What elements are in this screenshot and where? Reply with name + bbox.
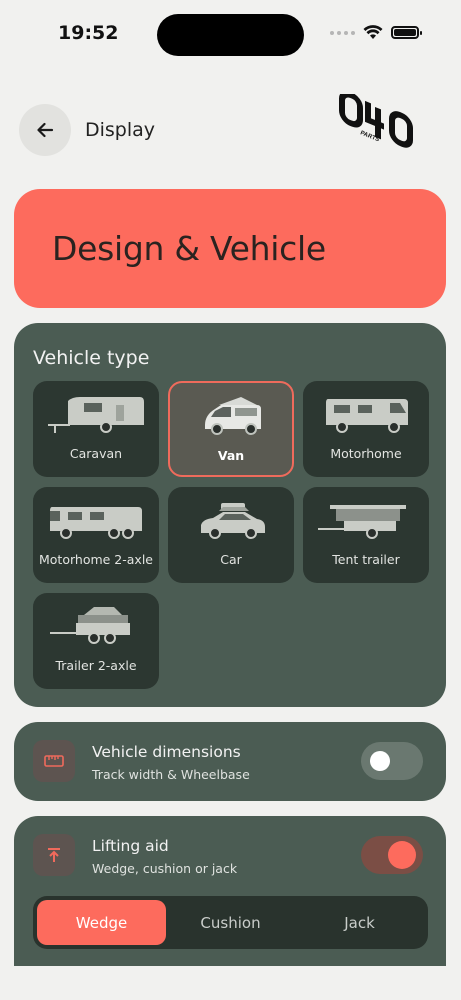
- lifting-aid-card: Lifting aid Wedge, cushion or jack Wedge…: [14, 816, 446, 966]
- status-icons: [330, 25, 422, 40]
- wifi-icon: [363, 25, 383, 39]
- lift-up-icon: [33, 834, 75, 876]
- status-time: 19:52: [58, 22, 119, 44]
- vehicle-option-label: Motorhome: [330, 446, 402, 461]
- brand-logo: PARTS: [338, 90, 420, 160]
- vehicle-type-heading: Vehicle type: [33, 347, 150, 369]
- vehicle-option-label: Van: [217, 448, 245, 463]
- lifting-title: Lifting aid: [92, 837, 169, 855]
- dimensions-title: Vehicle dimensions: [92, 743, 241, 761]
- toggle-knob: [370, 751, 390, 771]
- lifting-subtitle: Wedge, cushion or jack: [92, 861, 238, 876]
- vehicle-option-label: Trailer 2-axle: [55, 658, 137, 673]
- page-title: Display: [85, 119, 156, 141]
- ruler-icon: [33, 740, 75, 782]
- vehicle-option-motorhome[interactable]: Motorhome: [303, 381, 429, 477]
- dynamic-island: [157, 14, 304, 56]
- dimensions-toggle[interactable]: [361, 742, 423, 780]
- tent-trailer-icon: [318, 505, 406, 539]
- motorhome-2-axle-icon: [50, 507, 142, 539]
- vehicle-option-van[interactable]: Van: [168, 381, 294, 477]
- segment-wedge[interactable]: Wedge: [37, 900, 166, 945]
- battery-icon: [391, 26, 422, 39]
- section-hero: Design & Vehicle: [14, 189, 446, 308]
- vehicle-option-label: Car: [220, 552, 242, 567]
- vehicle-option-motorhome-2-axle[interactable]: Motorhome 2-axle: [33, 487, 159, 583]
- vehicle-option-car[interactable]: Car: [168, 487, 294, 583]
- vehicle-dimensions-card: Vehicle dimensions Track width & Wheelba…: [14, 722, 446, 801]
- toggle-knob: [388, 841, 416, 869]
- segment-cushion[interactable]: Cushion: [166, 900, 295, 945]
- car-icon: [201, 503, 265, 539]
- arrow-left-icon: [37, 122, 54, 138]
- vehicle-option-label: Tent trailer: [332, 552, 400, 567]
- segment-jack[interactable]: Jack: [295, 900, 424, 945]
- trailer-2-axle-icon: [50, 607, 130, 644]
- vehicle-option-tent-trailer[interactable]: Tent trailer: [303, 487, 429, 583]
- lifting-toggle[interactable]: [361, 836, 423, 874]
- vehicle-option-caravan[interactable]: Caravan: [33, 381, 159, 477]
- caravan-icon: [48, 397, 144, 433]
- cellular-signal-icon: [330, 30, 355, 35]
- vehicle-option-label: Motorhome 2-axle: [39, 552, 153, 567]
- motorhome-icon: [326, 399, 408, 433]
- lifting-method-segmented-control: Wedge Cushion Jack: [33, 896, 428, 949]
- vehicle-type-card: Vehicle type Caravan Van Motorhome Motor…: [14, 323, 446, 707]
- vehicle-option-trailer-2-axle[interactable]: Trailer 2-axle: [33, 593, 159, 689]
- van-icon: [205, 397, 261, 435]
- dimensions-subtitle: Track width & Wheelbase: [92, 767, 250, 782]
- section-title: Design & Vehicle: [52, 229, 326, 268]
- status-bar: 19:52: [0, 0, 461, 70]
- vehicle-option-label: Caravan: [69, 446, 123, 461]
- back-button[interactable]: [19, 104, 71, 156]
